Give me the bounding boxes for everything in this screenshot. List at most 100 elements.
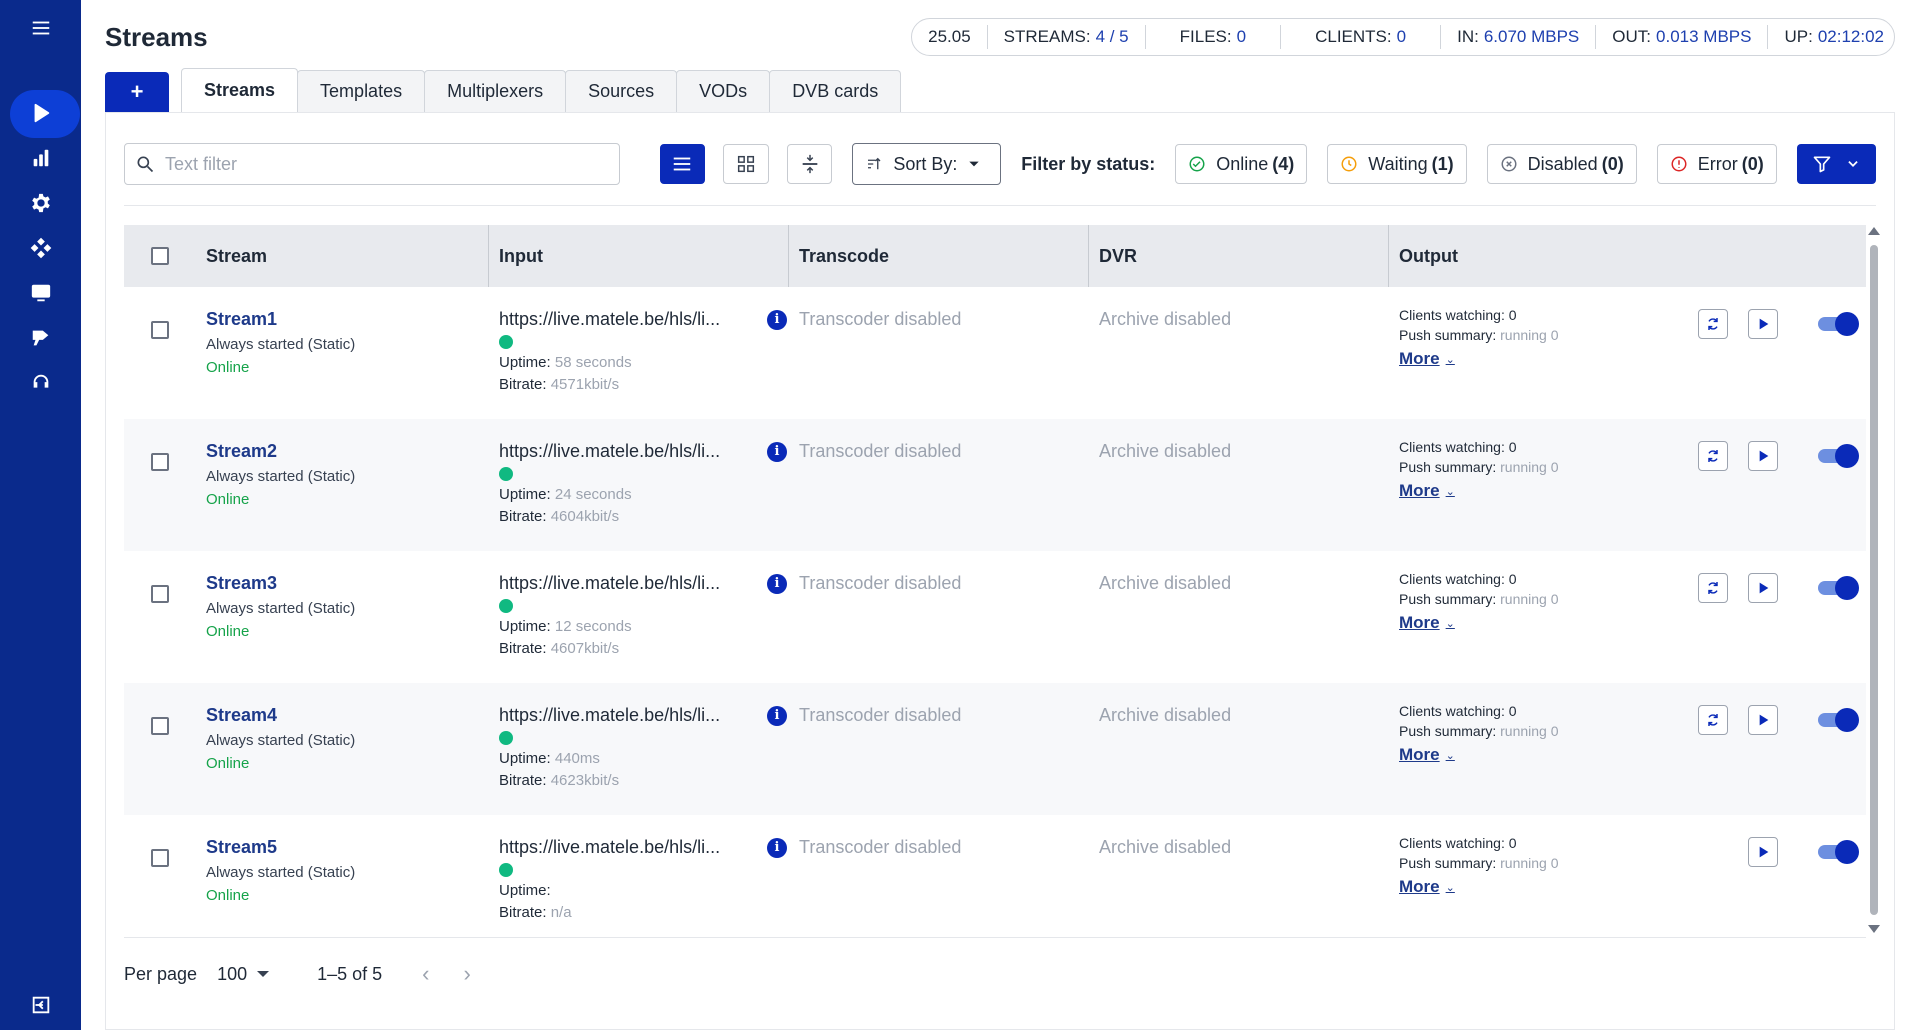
stream-name-link[interactable]: Stream4 [206, 705, 489, 726]
menu-icon [32, 21, 49, 35]
transcode-status: Transcoder disabled [799, 309, 962, 329]
more-link[interactable]: More ⌄ [1399, 349, 1455, 369]
select-all-checkbox[interactable] [151, 247, 169, 265]
play-icon [1759, 846, 1769, 858]
chevron-down-icon: ⌄ [1445, 617, 1455, 630]
info-icon[interactable]: i [767, 309, 787, 330]
stream-name-link[interactable]: Stream5 [206, 837, 489, 858]
tab-templates[interactable]: Templates [297, 70, 426, 112]
broadcast-icon [32, 330, 48, 346]
bitrate-value: 4571kbit/s [550, 376, 620, 393]
select-all-cell [124, 247, 196, 265]
filter-error-button[interactable]: Error (0) [1656, 144, 1777, 184]
sidebar-item-broadcast[interactable] [0, 313, 81, 363]
column-header-output[interactable]: Output [1389, 225, 1866, 287]
streams-count: STREAMS: 4 / 5 [986, 25, 1145, 49]
play-button[interactable] [1748, 441, 1778, 471]
row-checkbox[interactable] [151, 717, 169, 735]
collapse-sidebar-button[interactable] [0, 980, 81, 1030]
column-header-input[interactable]: Input [489, 225, 789, 287]
bitrate-label: Bitrate: [499, 640, 547, 657]
sidebar-item-stats[interactable] [0, 133, 81, 183]
stream-enable-toggle[interactable] [1818, 840, 1859, 864]
play-button[interactable] [1748, 705, 1778, 735]
sidebar-item-cluster[interactable] [0, 223, 81, 273]
input-url: https://live.matele.be/hls/li... [499, 573, 721, 593]
tab-dvb-cards[interactable]: DVB cards [769, 70, 902, 112]
uptime: UP: 02:12:02 [1767, 25, 1894, 49]
sidebar-item-streams[interactable] [0, 88, 81, 138]
stream-name-link[interactable]: Stream2 [206, 441, 489, 462]
clients-watching: 0 [1508, 703, 1517, 719]
search-input[interactable] [165, 153, 605, 175]
info-icon[interactable]: i [767, 573, 787, 594]
transcode-status: Transcoder disabled [799, 705, 962, 725]
input-bandwidth: IN: 6.070 MBPS [1440, 25, 1595, 49]
more-link[interactable]: More ⌄ [1399, 481, 1455, 501]
row-checkbox[interactable] [151, 453, 169, 471]
sidebar-item-support[interactable] [0, 358, 81, 408]
table-header: Stream Input Transcode DVR Output [124, 225, 1866, 287]
stream-mode: Always started (Static) [206, 864, 356, 881]
play-button[interactable] [1748, 573, 1778, 603]
uptime-value: 440ms [554, 750, 600, 767]
menu-button[interactable] [0, 3, 81, 53]
column-header-transcode[interactable]: Transcode [789, 225, 1089, 287]
row-checkbox[interactable] [151, 585, 169, 603]
sort-by-dropdown[interactable]: Sort By: [852, 143, 1002, 185]
compact-view-button[interactable] [786, 144, 833, 184]
tab-streams[interactable]: Streams [181, 68, 299, 112]
stream-enable-toggle[interactable] [1818, 312, 1859, 336]
stream-name-link[interactable]: Stream3 [206, 573, 489, 594]
list-view-button[interactable] [659, 144, 706, 184]
filter-disabled-button[interactable]: Disabled (0) [1486, 144, 1637, 184]
tab-sources[interactable]: Sources [565, 70, 678, 112]
sidebar-item-settings[interactable] [0, 178, 81, 228]
table-scrollbar[interactable] [1866, 225, 1880, 935]
stream-status: Online [206, 491, 250, 508]
scroll-down-arrow[interactable] [1868, 925, 1880, 933]
prev-page-button[interactable]: ‹ [422, 961, 429, 987]
stream-enable-toggle[interactable] [1818, 708, 1859, 732]
more-link[interactable]: More ⌄ [1399, 745, 1455, 765]
more-link[interactable]: More ⌄ [1399, 613, 1455, 633]
stream-enable-toggle[interactable] [1818, 576, 1859, 600]
per-page-select[interactable]: 100 [217, 964, 270, 985]
filter-waiting-button[interactable]: Waiting (1) [1327, 144, 1467, 184]
add-button[interactable]: + [105, 72, 169, 112]
column-header-stream[interactable]: Stream [196, 225, 489, 287]
restart-button[interactable] [1698, 441, 1728, 471]
grid-view-button[interactable] [723, 144, 769, 184]
scroll-thumb[interactable] [1870, 245, 1878, 915]
restart-button[interactable] [1698, 573, 1728, 603]
scroll-up-arrow[interactable] [1868, 227, 1880, 235]
check-circle-icon [1189, 156, 1205, 172]
sidebar-item-monitor[interactable] [0, 268, 81, 318]
row-checkbox[interactable] [151, 849, 169, 867]
table-row: Stream2 Always started (Static) Online h… [124, 419, 1866, 551]
stream-enable-toggle[interactable] [1818, 444, 1859, 468]
restart-button[interactable] [1698, 705, 1728, 735]
version: 25.05 [928, 27, 971, 46]
restart-button[interactable] [1698, 309, 1728, 339]
more-link[interactable]: More ⌄ [1399, 877, 1455, 897]
next-page-button[interactable]: › [464, 961, 471, 987]
info-icon[interactable]: i [767, 837, 787, 858]
column-header-dvr[interactable]: DVR [1089, 225, 1389, 287]
play-button[interactable] [1748, 309, 1778, 339]
stream-name-link[interactable]: Stream1 [206, 309, 489, 330]
pagination: Per page 100 1–5 of 5 ‹ › [124, 959, 505, 989]
streams-panel: Sort By: Filter by status: Online(4) Wai… [105, 112, 1895, 1030]
push-summary: running 0 [1500, 723, 1559, 739]
tab-multiplexers[interactable]: Multiplexers [424, 70, 567, 112]
dvr-status: Archive disabled [1099, 441, 1232, 461]
filter-menu-button[interactable] [1796, 144, 1876, 184]
info-icon[interactable]: i [767, 705, 787, 726]
tab-vods[interactable]: VODs [676, 70, 771, 112]
play-button[interactable] [1748, 837, 1778, 867]
filter-online-button[interactable]: Online (4) [1175, 144, 1308, 184]
info-icon[interactable]: i [767, 441, 787, 462]
row-checkbox[interactable] [151, 321, 169, 339]
bitrate-value: 4607kbit/s [550, 640, 620, 657]
clients-watching: 0 [1508, 571, 1517, 587]
